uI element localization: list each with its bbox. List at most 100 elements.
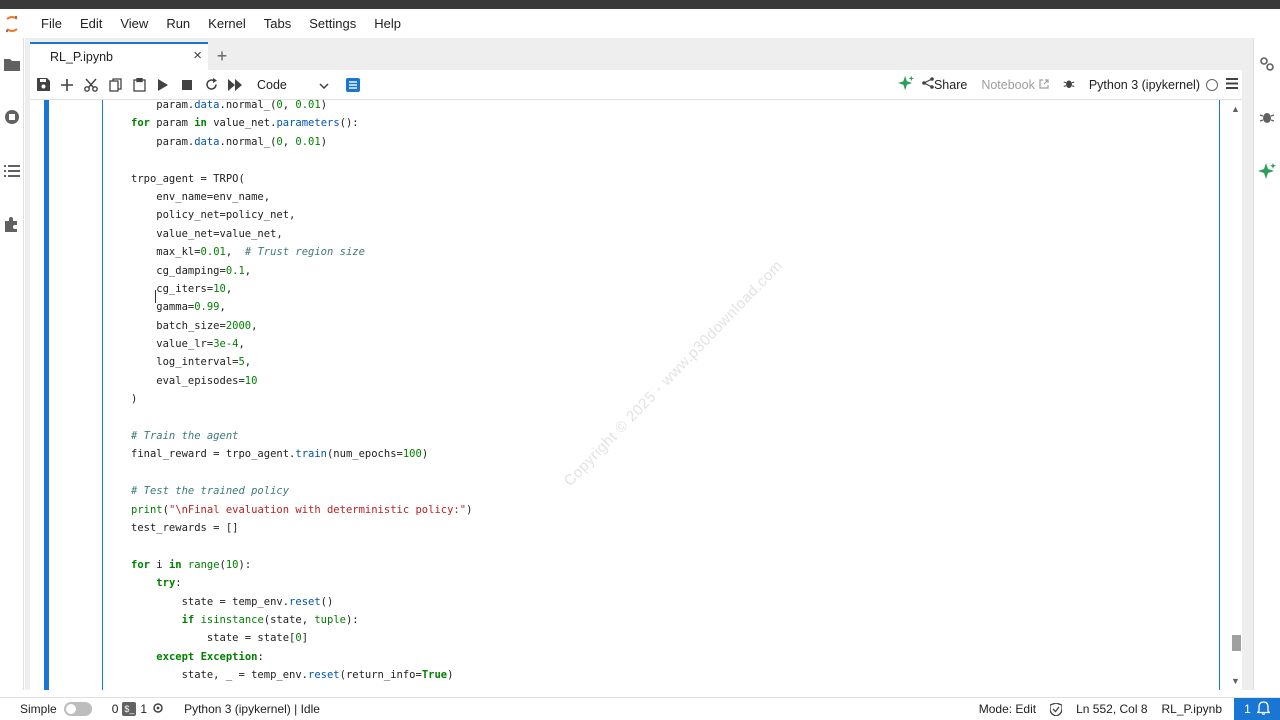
- folder-icon[interactable]: [3, 55, 21, 73]
- code-line[interactable]: [131, 409, 472, 427]
- toolbar-right: Share Notebook Python 3 (ipykernel): [897, 75, 1242, 94]
- copy-icon[interactable]: [103, 73, 127, 97]
- code-line[interactable]: for i in range(10):: [131, 556, 472, 574]
- property-inspector-icon[interactable]: [1258, 55, 1276, 73]
- tab-title: RL_P.ipynb: [50, 50, 114, 64]
- restart-kernel-icon[interactable]: [199, 73, 223, 97]
- menu-settings[interactable]: Settings: [300, 9, 365, 38]
- vertical-scrollbar[interactable]: ▲ ▼: [1229, 100, 1242, 690]
- code-line[interactable]: max_kl=0.01, # Trust region size: [131, 243, 472, 261]
- code-line[interactable]: trpo_agent = TRPO(: [131, 170, 472, 188]
- code-line[interactable]: except Exception:: [131, 648, 472, 666]
- code-line[interactable]: cg_iters=10,: [131, 280, 472, 298]
- share-button[interactable]: Share: [922, 77, 967, 92]
- interrupt-kernel-icon[interactable]: [175, 73, 199, 97]
- code-line[interactable]: final_reward = trpo_agent.train(num_epoc…: [131, 445, 472, 463]
- menu-kernel[interactable]: Kernel: [199, 9, 255, 38]
- code-line[interactable]: try:: [131, 574, 472, 592]
- menu-file[interactable]: File: [32, 9, 71, 38]
- terminals-kernels-count[interactable]: 0 $_ 1: [112, 702, 164, 717]
- code-token: test_rewards = []: [131, 521, 239, 534]
- kernel-status-text[interactable]: Python 3 (ipykernel) | Idle: [184, 702, 320, 716]
- cursor-position[interactable]: Ln 552, Col 8: [1076, 702, 1147, 716]
- code-token: log_interval=: [131, 356, 239, 369]
- debugger-toggle-icon[interactable]: [1063, 77, 1075, 93]
- code-line[interactable]: policy_net=policy_net,: [131, 206, 472, 224]
- code-token: param.: [131, 100, 195, 111]
- code-token: data: [194, 135, 220, 148]
- code-line[interactable]: gamma=0.99,: [131, 298, 472, 316]
- text-cursor: [155, 290, 156, 303]
- code-line[interactable]: # Train the agent: [131, 427, 472, 445]
- code-token: policy_net=policy_net,: [131, 209, 296, 222]
- paste-icon[interactable]: [127, 73, 151, 97]
- terminal-icon: $_: [122, 702, 137, 716]
- tab-notebook[interactable]: RL_P.ipynb ×: [30, 42, 208, 70]
- code-line[interactable]: [131, 537, 472, 555]
- hamburger-menu-icon[interactable]: [1226, 77, 1238, 92]
- insert-cell-icon[interactable]: [55, 73, 79, 97]
- restart-run-all-icon[interactable]: [223, 73, 247, 97]
- notifications-button[interactable]: 1: [1234, 698, 1280, 720]
- debugger-icon[interactable]: [1258, 108, 1276, 126]
- scroll-up-icon[interactable]: ▲: [1231, 104, 1240, 114]
- open-in-notebook-button[interactable]: Notebook: [981, 78, 1049, 92]
- code-line[interactable]: test_rewards = []: [131, 519, 472, 537]
- code-token: tuple: [314, 613, 346, 626]
- trusted-shield-icon[interactable]: [1050, 702, 1063, 716]
- code-token: reset: [308, 669, 340, 682]
- new-tab-button[interactable]: +: [212, 46, 232, 66]
- toggle-switch[interactable]: [63, 702, 92, 716]
- code-line[interactable]: [131, 151, 472, 169]
- ai-sparkle-icon[interactable]: [897, 75, 914, 94]
- code-line[interactable]: for param in value_net.parameters():: [131, 114, 472, 132]
- code-token: ]: [301, 632, 309, 645]
- edit-mode-text: Mode: Edit: [978, 702, 1037, 716]
- close-icon[interactable]: ×: [193, 47, 202, 64]
- run-cell-icon[interactable]: [151, 73, 175, 97]
- code-token: parameters: [276, 117, 340, 130]
- code-line[interactable]: [131, 464, 472, 482]
- code-line[interactable]: value_lr=3e-4,: [131, 335, 472, 353]
- menu-view[interactable]: View: [111, 9, 157, 38]
- extension-manager-icon[interactable]: [3, 215, 21, 233]
- code-line[interactable]: state, _ = temp_env.reset(return_info=Tr…: [131, 666, 472, 684]
- cell-collapser[interactable]: [44, 100, 49, 690]
- scroll-down-icon[interactable]: ▼: [1231, 676, 1240, 686]
- notebook-toc-icon[interactable]: [341, 73, 365, 97]
- code-line[interactable]: env_name=env_name,: [131, 188, 472, 206]
- table-of-contents-icon[interactable]: [3, 162, 21, 180]
- code-token: True: [421, 669, 448, 682]
- code-line[interactable]: param.data.normal_(0, 0.01): [131, 133, 472, 151]
- code-token: (return_info=: [339, 669, 422, 682]
- code-line[interactable]: ): [131, 390, 472, 408]
- code-line[interactable]: cg_damping=0.1,: [131, 262, 472, 280]
- code-line[interactable]: print("\nFinal evaluation with determini…: [131, 501, 472, 519]
- menu-help[interactable]: Help: [365, 9, 410, 38]
- scroll-thumb[interactable]: [1232, 635, 1241, 651]
- code-line[interactable]: log_interval=5,: [131, 353, 472, 371]
- notebook-label: Notebook: [981, 77, 1035, 92]
- code-line[interactable]: state = state[0]: [131, 629, 472, 647]
- code-line[interactable]: state = temp_env.reset(): [131, 593, 472, 611]
- code-line[interactable]: value_net=value_net,: [131, 225, 472, 243]
- code-line[interactable]: eval_episodes=10: [131, 372, 472, 390]
- code-line[interactable]: # Test the trained policy: [131, 482, 472, 500]
- running-kernels-icon[interactable]: [3, 108, 21, 126]
- simple-mode-toggle[interactable]: Simple: [20, 702, 92, 716]
- kernel-name-button[interactable]: Python 3 (ipykernel): [1089, 78, 1200, 92]
- menu-edit[interactable]: Edit: [71, 9, 111, 38]
- code-token: try: [156, 577, 176, 590]
- cell-type-dropdown[interactable]: Code: [257, 78, 329, 92]
- menu-run[interactable]: Run: [157, 9, 199, 38]
- code-line[interactable]: if isinstance(state, tuple):: [131, 611, 472, 629]
- menu-tabs[interactable]: Tabs: [255, 9, 300, 38]
- code-line[interactable]: param.data.normal_(0, 0.01): [131, 100, 472, 114]
- code-token: ): [320, 100, 328, 111]
- code-token: in: [168, 558, 182, 571]
- code-token: batch_size=: [131, 319, 226, 332]
- cut-icon[interactable]: [79, 73, 103, 97]
- ai-assistant-sparkle-icon[interactable]: [1258, 162, 1276, 180]
- save-icon[interactable]: [31, 73, 55, 97]
- code-line[interactable]: batch_size=2000,: [131, 317, 472, 335]
